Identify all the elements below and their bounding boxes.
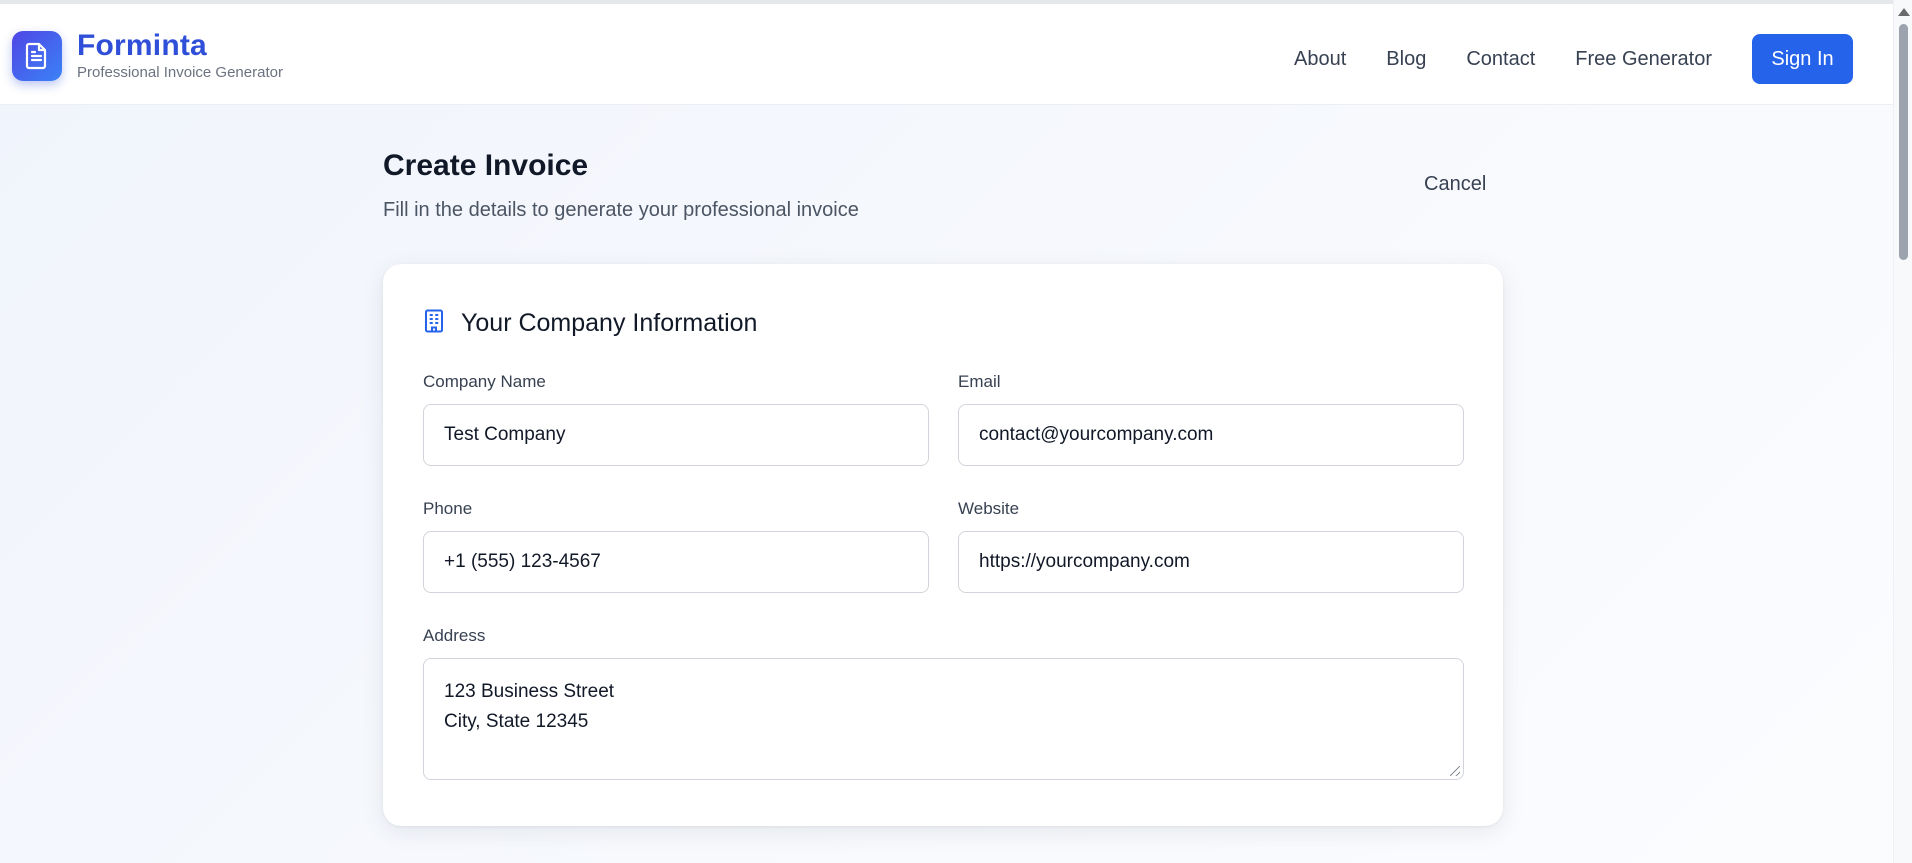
company-name-label: Company Name [423, 372, 546, 391]
email-label: Email [958, 372, 1001, 391]
resize-handle-icon[interactable] [1450, 766, 1460, 776]
nav-link-free-generator[interactable]: Free Generator [1575, 34, 1712, 84]
sign-in-button[interactable]: Sign In [1752, 34, 1853, 84]
document-icon [12, 30, 62, 81]
nav-link-about[interactable]: About [1294, 34, 1346, 84]
section-header: Your Company Information [423, 308, 757, 338]
section-title: Your Company Information [461, 309, 758, 337]
company-information-card: Your Company Information Company Name Te… [383, 264, 1503, 826]
company-name-input[interactable]: Test Company [423, 404, 929, 466]
building-icon [423, 309, 445, 338]
address-line-2: City, State 12345 [444, 711, 589, 732]
address-textarea[interactable]: 123 Business Street City, State 12345 [423, 658, 1464, 780]
nav-link-contact[interactable]: Contact [1466, 34, 1535, 84]
main-nav: About Blog Contact Free Generator Sign I… [1254, 34, 1853, 84]
cancel-button[interactable]: Cancel [1424, 172, 1486, 196]
website-label: Website [958, 499, 1020, 518]
brand[interactable]: Forminta Professional Invoice Generator [12, 29, 283, 82]
email-input[interactable]: contact@yourcompany.com [958, 404, 1464, 466]
phone-label: Phone [423, 499, 473, 518]
phone-input[interactable]: +1 (555) 123-4567 [423, 531, 929, 593]
website-input[interactable]: https://yourcompany.com [958, 531, 1464, 593]
scroll-up-arrow-icon[interactable] [1898, 8, 1910, 16]
scrollbar-thumb[interactable] [1899, 24, 1908, 260]
brand-name: Forminta [77, 29, 207, 62]
page-subtitle: Fill in the details to generate your pro… [383, 199, 859, 221]
address-label: Address [423, 626, 486, 645]
nav-link-blog[interactable]: Blog [1386, 34, 1426, 84]
brand-tagline: Professional Invoice Generator [77, 64, 283, 81]
top-navigation-bar: Forminta Professional Invoice Generator … [0, 0, 1893, 105]
address-line-1: 123 Business Street [444, 681, 615, 702]
page-title: Create Invoice [383, 149, 589, 182]
vertical-scrollbar[interactable] [1893, 0, 1912, 863]
